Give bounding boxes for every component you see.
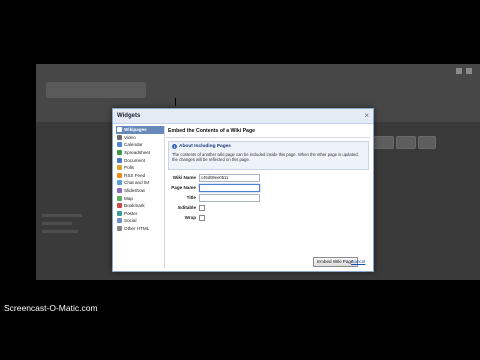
poster-icon xyxy=(117,210,122,216)
calendar-icon xyxy=(117,142,122,148)
sidebar-item-social[interactable]: Social xyxy=(116,217,164,225)
map-icon xyxy=(117,195,122,201)
close-icon[interactable]: × xyxy=(364,111,369,121)
sidebar-item-poster[interactable]: Poster xyxy=(116,210,164,218)
wiki-name-field[interactable]: c45d08ee0511 xyxy=(199,174,260,182)
background-button xyxy=(418,136,436,149)
sidebar-item-label: Social xyxy=(124,218,137,224)
text-cursor-icon xyxy=(175,98,178,106)
dialog-title: Widgets xyxy=(113,109,373,124)
sidebar-item-label: Video xyxy=(124,134,136,140)
divider xyxy=(166,137,370,138)
bookmark-icon xyxy=(117,203,122,209)
panel-title: Embed the Contents of a Wiki Page xyxy=(168,128,255,134)
background-logo xyxy=(46,82,146,98)
sidebar-item-other-html[interactable]: Other HTML xyxy=(116,225,164,233)
sidebar-item-label: Calendar xyxy=(124,142,143,148)
sidebar-item-spreadsheet[interactable]: Spreadsheet xyxy=(116,149,164,157)
sidebar-item-rss-feed[interactable]: RSS Feed xyxy=(116,172,164,180)
sidebar-item-calendar[interactable]: Calendar xyxy=(116,141,164,149)
sidebar-item-label: RSS Feed xyxy=(124,172,146,178)
sidebar-item-label: Spreadsheet xyxy=(124,150,151,156)
sidebar-item-label: Other HTML xyxy=(124,226,150,232)
sidebar-item-map[interactable]: Map xyxy=(116,194,164,202)
window-control-icon xyxy=(466,68,472,74)
embed-panel: Embed the Contents of a Wiki Page i Abou… xyxy=(166,126,370,268)
background-text xyxy=(42,222,72,225)
wiki-name-label: Wiki Name xyxy=(172,175,196,180)
info-title: About Including Pages xyxy=(179,144,231,149)
editable-checkbox[interactable] xyxy=(199,205,205,211)
info-box: i About Including Pages The contents of … xyxy=(168,141,369,170)
sidebar-item-bookmark[interactable]: Bookmark xyxy=(116,202,164,210)
window-control-icon xyxy=(456,68,462,74)
info-icon: i xyxy=(172,144,177,149)
sidebar-item-slideshow[interactable]: Slideshow xyxy=(116,187,164,195)
rss-icon xyxy=(117,172,122,178)
chat-icon xyxy=(117,180,122,186)
sidebar-item-label: Wikipages xyxy=(124,127,147,133)
sidebar-item-label: Chat and IM xyxy=(124,180,150,186)
background-button xyxy=(396,136,416,149)
sidebar-item-chat-and-im[interactable]: Chat and IM xyxy=(116,179,164,187)
sidebar-item-label: Document xyxy=(124,157,145,163)
sidebar-item-label: Bookmark xyxy=(124,203,145,209)
title-field[interactable] xyxy=(199,194,260,202)
video-icon xyxy=(117,134,122,140)
wiki-page-icon xyxy=(117,127,122,133)
wrap-label: Wrap xyxy=(184,215,196,220)
spreadsheet-icon xyxy=(117,150,122,156)
page-name-field[interactable] xyxy=(199,184,260,192)
background-text xyxy=(42,214,82,217)
sidebar-item-label: Map xyxy=(124,195,133,201)
document-icon xyxy=(117,157,122,163)
wrap-checkbox[interactable] xyxy=(199,215,205,221)
html-icon xyxy=(117,226,122,232)
editable-label: Editable xyxy=(178,205,196,210)
sidebar-item-label: Slideshow xyxy=(124,188,145,194)
background-button xyxy=(372,136,394,149)
window-controls xyxy=(456,68,472,74)
sidebar-item-label: Polls xyxy=(124,165,134,171)
sidebar-item-polls[interactable]: Polls xyxy=(116,164,164,172)
page-name-label: Page Name xyxy=(171,185,196,190)
sidebar-item-document[interactable]: Document xyxy=(116,156,164,164)
widgets-dialog: Widgets × Wikipages Video Calendar Spreadsh… xyxy=(112,108,374,272)
title-label: Title xyxy=(186,195,196,200)
widget-list: Wikipages Video Calendar Spreadsheet Documen… xyxy=(116,126,165,268)
background-text xyxy=(42,230,78,233)
sidebar-item-video[interactable]: Video xyxy=(116,134,164,142)
sidebar-item-wikipages[interactable]: Wikipages xyxy=(116,126,164,134)
cancel-link[interactable]: Cancel xyxy=(351,258,365,265)
social-icon xyxy=(117,218,122,224)
info-heading: i About Including Pages xyxy=(172,144,231,149)
poll-icon xyxy=(117,165,122,171)
slideshow-icon xyxy=(117,188,122,194)
watermark: Screencast-O-Matic.com xyxy=(4,303,98,313)
info-text: The contents of another wiki page can be… xyxy=(172,152,359,163)
sidebar-item-label: Poster xyxy=(124,210,138,216)
